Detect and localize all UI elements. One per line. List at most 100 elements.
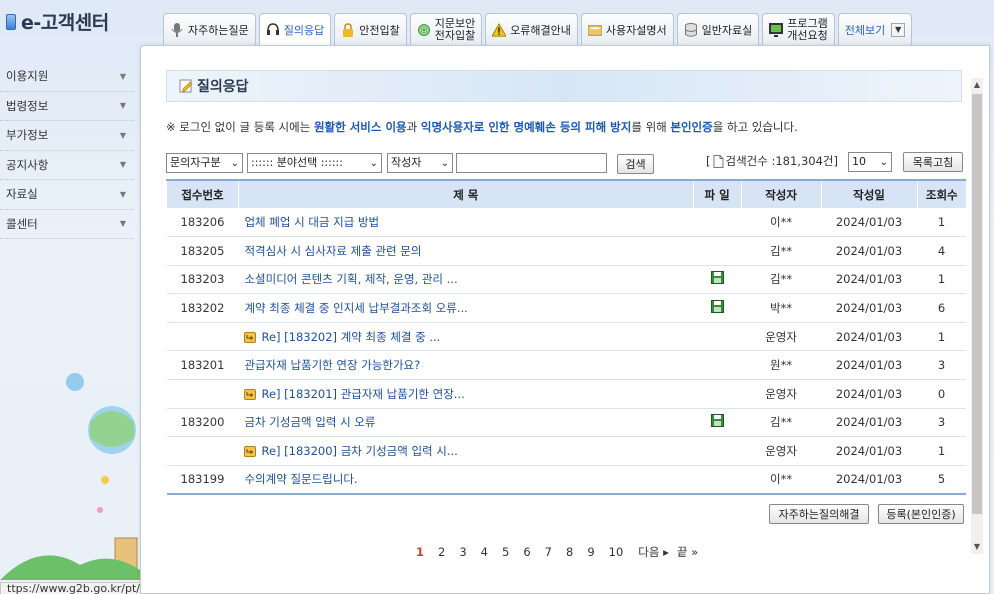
post-title-link[interactable]: Re] [183200] 금차 기성금액 입력 시...	[261, 444, 457, 458]
tab-view-all[interactable]: 전체보기 ▼	[837, 13, 913, 45]
table-row[interactable]: 183200 금차 기성금액 입력 시 오류 김** 2024/01/03 3	[166, 408, 966, 438]
cell-file	[693, 265, 742, 295]
cell-author: 김**	[741, 265, 822, 295]
table-row[interactable]: 183199 수의계약 질문드립니다. 이** 2024/01/03 5	[166, 465, 966, 495]
tab-qna[interactable]: 질의응답	[258, 13, 332, 46]
faq-solution-button[interactable]: 자주하는질의해결	[769, 504, 869, 524]
table-row[interactable]: 183205 적격심사 시 심사자료 제출 관련 문의 김** 2024/01/03 4	[166, 236, 966, 266]
page-link-10[interactable]: 10	[609, 545, 624, 559]
cell-title[interactable]: 수의계약 질문드립니다.	[238, 465, 694, 495]
cell-title[interactable]: Re] [183201] 관급자재 납품기한 연장...	[238, 379, 694, 409]
next-page-button[interactable]: 다음 ▸	[638, 544, 669, 560]
vertical-scrollbar[interactable]: ▲ ▼	[971, 78, 983, 554]
tab-faq[interactable]: 자주하는질문	[163, 13, 256, 45]
sidebar-item-extra[interactable]: 부가정보 ▼	[0, 121, 134, 151]
tab-program-request[interactable]: 프로그램 개선요청	[762, 13, 835, 45]
cell-title[interactable]: Re] [183202] 계약 최종 체결 중 ...	[238, 322, 694, 352]
table-row[interactable]: 183202 계약 최종 체결 중 인지세 납부결과조회 오류... 박** 2024…	[166, 293, 966, 323]
search-input[interactable]	[456, 153, 607, 173]
page-link-5[interactable]: 5	[502, 545, 509, 559]
sidebar-item-law[interactable]: 법령정보 ▼	[0, 92, 134, 121]
cell-title[interactable]: 관급자재 납품기한 연장 가능한가요?	[238, 350, 694, 381]
brand[interactable]: e-고객센터	[6, 8, 109, 35]
cell-title[interactable]: 업체 폐업 시 대금 지급 방법	[238, 208, 694, 238]
search-button[interactable]: 검색	[617, 154, 654, 174]
file-attachment-icon[interactable]	[710, 271, 724, 285]
table-row[interactable]: 183203 소셜미디어 콘텐츠 기획, 제작, 운영, 관리 ... 김** 202…	[166, 265, 966, 295]
page-link-1[interactable]: 1	[416, 545, 424, 559]
file-attachment-icon[interactable]	[710, 414, 724, 428]
table-row[interactable]: 183206 업체 폐업 시 대금 지급 방법 이** 2024/01/03 1	[166, 208, 966, 238]
tab-safe-bid[interactable]: 안전입찰	[334, 13, 407, 45]
post-title-link[interactable]: Re] [183202] 계약 최종 체결 중 ...	[261, 330, 440, 344]
cell-no	[166, 436, 239, 466]
post-title-link[interactable]: Re] [183201] 관급자재 납품기한 연장...	[261, 387, 464, 401]
inquirer-type-select[interactable]: 문의자구분 ⌄	[166, 153, 243, 173]
page-link-3[interactable]: 3	[459, 545, 466, 559]
cell-title[interactable]: 소셜미디어 콘텐츠 기획, 제작, 운영, 관리 ...	[238, 265, 694, 295]
cell-views: 0	[917, 379, 966, 409]
chevron-down-icon: ⌄	[369, 158, 378, 169]
col-header-file[interactable]: 파 일	[692, 179, 742, 208]
post-title-link[interactable]: 소셜미디어 콘텐츠 기획, 제작, 운영, 관리 ...	[244, 272, 457, 286]
tab-user-manual[interactable]: 사용자설명서	[580, 13, 674, 45]
manual-icon	[587, 23, 602, 37]
tab-fingerprint-bid[interactable]: 지문보안 전자입찰	[409, 13, 483, 45]
col-header-title[interactable]: 제 목	[237, 179, 694, 208]
scroll-up-icon[interactable]: ▲	[971, 78, 983, 92]
cell-file	[693, 293, 742, 323]
post-title-link[interactable]: 적격심사 시 심사자료 제출 관련 문의	[244, 244, 421, 258]
field-select[interactable]: :::::: 분야선택 :::::: ⌄	[247, 153, 382, 173]
register-button[interactable]: 등록(본인인증)	[878, 504, 964, 524]
reply-icon	[244, 388, 257, 400]
col-header-views[interactable]: 조회수	[916, 179, 966, 208]
page-link-7[interactable]: 7	[545, 545, 552, 559]
tab-general-archive[interactable]: 일반자료실	[676, 13, 760, 45]
warning-icon	[492, 22, 507, 37]
cell-date: 2024/01/03	[821, 208, 917, 238]
table-row[interactable]: Re] [183202] 계약 최종 체결 중 ... 운영자 2024/01/03…	[166, 322, 966, 352]
reply-icon	[244, 446, 257, 458]
col-header-no[interactable]: 접수번호	[166, 179, 239, 208]
scrollbar-thumb[interactable]	[972, 94, 982, 514]
cell-title[interactable]: Re] [183200] 금차 기성금액 입력 시...	[238, 436, 694, 466]
last-page-button[interactable]: 끝 »	[677, 544, 698, 560]
table-row[interactable]: Re] [183200] 금차 기성금액 입력 시... 운영자 2024/01/0…	[166, 436, 966, 466]
pagination: 1 2 3 4 5 6 7 8 9 10 다음 ▸ 끝 »	[409, 544, 698, 560]
sidebar-item-support[interactable]: 이용지원 ▼	[0, 62, 134, 92]
cell-views: 1	[917, 436, 966, 466]
post-title-link[interactable]: 업체 폐업 시 대금 지급 방법	[244, 215, 379, 229]
tab-error-guide[interactable]: 오류해결안내	[485, 13, 578, 45]
file-attachment-icon[interactable]	[710, 300, 724, 314]
post-title-link[interactable]: 계약 최종 체결 중 인지세 납부결과조회 오류...	[244, 301, 467, 315]
sidebar-item-callcenter[interactable]: 콜센터 ▼	[0, 210, 134, 239]
post-title-link[interactable]: 금차 기성금액 입력 시 오류	[244, 415, 375, 429]
col-header-author[interactable]: 작성자	[740, 179, 822, 208]
fingerprint-icon	[417, 23, 431, 37]
decorative-illustration	[0, 373, 140, 580]
page-size-select[interactable]: 10 ⌄	[848, 152, 892, 172]
cell-date: 2024/01/03	[821, 465, 917, 495]
scroll-down-icon[interactable]: ▼	[971, 540, 983, 554]
page-link-9[interactable]: 9	[587, 545, 594, 559]
cell-date: 2024/01/03	[821, 436, 917, 466]
table-row[interactable]: Re] [183201] 관급자재 납품기한 연장... 운영자 2024/01/0…	[166, 379, 966, 409]
sidebar-item-notice[interactable]: 공지사항 ▼	[0, 151, 134, 180]
page-link-6[interactable]: 6	[523, 545, 530, 559]
page-link-8[interactable]: 8	[566, 545, 573, 559]
table-row[interactable]: 183201 관급자재 납품기한 연장 가능한가요? 원** 2024/01/03 3	[166, 350, 966, 381]
cell-views: 1	[917, 208, 966, 238]
sidebar-item-archive[interactable]: 자료실 ▼	[0, 180, 134, 210]
dropdown-icon[interactable]: ▼	[891, 22, 906, 37]
cell-title[interactable]: 금차 기성금액 입력 시 오류	[238, 408, 694, 438]
cell-title[interactable]: 계약 최종 체결 중 인지세 납부결과조회 오류...	[238, 293, 694, 323]
page-link-2[interactable]: 2	[438, 545, 445, 559]
col-header-date[interactable]: 작성일	[820, 179, 917, 208]
main-panel: ▲ ▼ 질의응답 ※ 로그인 없이 글 등록 시에는 원활한 서비스 이용과 익…	[140, 45, 990, 594]
page-link-4[interactable]: 4	[481, 545, 488, 559]
cell-title[interactable]: 적격심사 시 심사자료 제출 관련 문의	[238, 236, 694, 266]
post-title-link[interactable]: 수의계약 질문드립니다.	[244, 472, 357, 486]
search-target-select[interactable]: 작성자 ⌄	[387, 153, 453, 173]
refresh-list-button[interactable]: 목록고침	[903, 152, 963, 172]
post-title-link[interactable]: 관급자재 납품기한 연장 가능한가요?	[244, 358, 420, 372]
